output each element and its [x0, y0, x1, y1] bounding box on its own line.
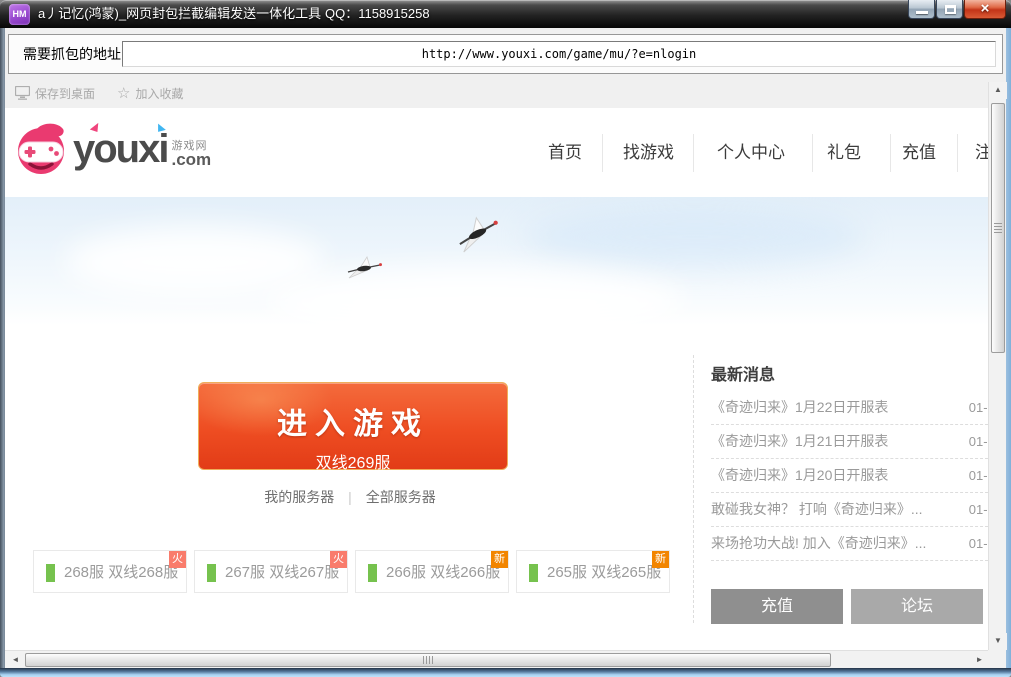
- news-date: 01-23: [969, 391, 988, 424]
- mini-toolbar: 保存到桌面 ☆ 加入收藏: [5, 80, 1006, 106]
- site-nav: 首页 找游戏 个人中心 礼包 充值 注: [5, 108, 988, 197]
- horizontal-scroll-thumb[interactable]: [25, 653, 831, 667]
- server-green-bar-icon: [207, 564, 216, 582]
- close-button[interactable]: ×: [964, 0, 1006, 19]
- capture-address-label: 需要抓包的地址:: [23, 35, 125, 73]
- scroll-right-button[interactable]: ►: [971, 651, 988, 668]
- hot-badge: 火: [330, 551, 347, 568]
- news-text: 《奇迹归来》1月21日开服表: [711, 425, 936, 458]
- nav-item-clipped[interactable]: 注: [975, 108, 988, 197]
- scrollbar-corner: [988, 650, 1006, 668]
- hot-badge: 火: [169, 551, 186, 568]
- forum-button[interactable]: 论坛: [851, 589, 983, 624]
- save-to-desktop-button[interactable]: 保存到桌面: [15, 80, 95, 106]
- maximize-icon: [945, 5, 956, 14]
- add-favorite-label: 加入收藏: [135, 85, 183, 102]
- server-name: 265服 双线265服: [547, 551, 661, 594]
- news-date: 01-23: [969, 459, 988, 492]
- capture-address-panel: 需要抓包的地址:: [8, 34, 1003, 74]
- window-title: a丿记忆(鸿蒙)_网页封包拦截编辑发送一体化工具: [38, 0, 321, 28]
- main-content: 进入游戏 双线269服 我的服务器 | 全部服务器 268服 双线268服 火: [5, 325, 988, 650]
- nav-separator: [812, 134, 813, 172]
- news-item[interactable]: 《奇迹归来》1月21日开服表 01-23: [711, 425, 988, 459]
- server-card[interactable]: 267服 双线267服 火: [194, 550, 348, 593]
- horizontal-scrollbar[interactable]: ◄ ►: [5, 650, 988, 668]
- news-text: 《奇迹归来》1月22日开服表: [711, 391, 936, 424]
- news-title: 最新消息: [711, 361, 988, 385]
- qq-number: QQ：1158915258: [325, 0, 430, 28]
- news-list: 《奇迹归来》1月22日开服表 01-23 《奇迹归来》1月21日开服表 01-2…: [711, 391, 988, 561]
- new-badge: 新: [491, 551, 508, 568]
- app-window: HM a丿记忆(鸿蒙)_网页封包拦截编辑发送一体化工具 QQ：115891525…: [0, 0, 1011, 677]
- news-text: 敢碰我女神？ 打响《奇迹归来》...: [711, 493, 936, 526]
- all-servers-link[interactable]: 全部服务器: [366, 489, 436, 505]
- news-item[interactable]: 《奇迹归来》1月22日开服表 01-23: [711, 391, 988, 425]
- minimize-icon: [916, 11, 928, 14]
- scroll-down-button[interactable]: ▼: [989, 633, 1007, 650]
- server-card[interactable]: 268服 双线268服 火: [33, 550, 187, 593]
- nav-item-personal-center[interactable]: 个人中心: [717, 108, 785, 197]
- column-divider: [693, 355, 694, 623]
- recharge-button[interactable]: 充值: [711, 589, 843, 624]
- scroll-grip-icon: [994, 223, 1002, 233]
- server-name: 268服 双线268服: [64, 551, 178, 594]
- nav-separator: [957, 134, 958, 172]
- news-date: 01-22: [969, 527, 988, 560]
- server-green-bar-icon: [368, 564, 377, 582]
- server-links: 我的服务器 | 全部服务器: [5, 487, 695, 507]
- window-titlebar[interactable]: HM a丿记忆(鸿蒙)_网页封包拦截编辑发送一体化工具 QQ：115891525…: [0, 0, 1011, 28]
- news-date: 01-23: [969, 425, 988, 458]
- maximize-button[interactable]: [936, 0, 963, 19]
- my-servers-link[interactable]: 我的服务器: [264, 489, 334, 505]
- monitor-icon: [15, 86, 30, 100]
- server-name: 266服 双线266服: [386, 551, 500, 594]
- cloud-shape: [265, 267, 685, 325]
- cloud-shape: [525, 207, 865, 267]
- hero-banner: [5, 197, 988, 325]
- browser-viewport: youxi 游戏网 .com 首页 找游戏: [5, 108, 988, 650]
- news-item[interactable]: 来场抢功大战! 加入《奇迹归来》... 01-22: [711, 527, 988, 561]
- new-badge: 新: [652, 551, 669, 568]
- enter-game-button[interactable]: 进入游戏 双线269服: [198, 382, 508, 470]
- server-green-bar-icon: [46, 564, 55, 582]
- enter-game-label: 进入游戏: [199, 399, 507, 443]
- app-body: 需要抓包的地址: 保存到桌面 ☆ 加入收藏: [5, 28, 1006, 668]
- save-to-desktop-label: 保存到桌面: [35, 85, 95, 102]
- news-item[interactable]: 敢碰我女神？ 打响《奇迹归来》... 01-23: [711, 493, 988, 527]
- star-icon: ☆: [117, 86, 130, 101]
- nav-item-home[interactable]: 首页: [548, 108, 582, 197]
- add-favorite-button[interactable]: ☆ 加入收藏: [117, 80, 183, 106]
- nav-item-find-games[interactable]: 找游戏: [623, 108, 674, 197]
- browser-area: youxi 游戏网 .com 首页 找游戏: [5, 108, 1006, 668]
- server-name: 267服 双线267服: [225, 551, 339, 594]
- nav-separator: [890, 134, 891, 172]
- crane-bird-icon: [443, 205, 512, 260]
- vertical-scrollbar[interactable]: ▲ ▼: [988, 82, 1006, 650]
- nav-separator: [602, 134, 603, 172]
- news-text: 来场抢功大战! 加入《奇迹归来》...: [711, 527, 936, 560]
- server-card[interactable]: 266服 双线266服 新: [355, 550, 509, 593]
- site-header: youxi 游戏网 .com 首页 找游戏: [5, 108, 988, 197]
- vertical-scroll-thumb[interactable]: [991, 103, 1005, 353]
- news-text: 《奇迹归来》1月20日开服表: [711, 459, 936, 492]
- enter-game-server: 双线269服: [199, 449, 507, 473]
- link-divider: |: [348, 489, 352, 505]
- news-panel: 最新消息 《奇迹归来》1月22日开服表 01-23 《奇迹归来》1月21日开服表…: [711, 361, 988, 385]
- scroll-grip-icon: [423, 656, 433, 664]
- scroll-up-button[interactable]: ▲: [989, 82, 1007, 99]
- window-bottom-frame: [0, 668, 1011, 677]
- nav-item-recharge[interactable]: 充值: [902, 108, 936, 197]
- nav-item-gift-pack[interactable]: 礼包: [827, 108, 861, 197]
- crane-bird-icon: [340, 252, 388, 282]
- server-green-bar-icon: [529, 564, 538, 582]
- app-icon: HM: [9, 4, 30, 25]
- news-date: 01-23: [969, 493, 988, 526]
- nav-separator: [693, 134, 694, 172]
- scroll-left-button[interactable]: ◄: [7, 651, 24, 668]
- news-item[interactable]: 《奇迹归来》1月20日开服表 01-23: [711, 459, 988, 493]
- minimize-button[interactable]: [908, 0, 935, 19]
- capture-url-input[interactable]: [122, 41, 996, 67]
- server-card[interactable]: 265服 双线265服 新: [516, 550, 670, 593]
